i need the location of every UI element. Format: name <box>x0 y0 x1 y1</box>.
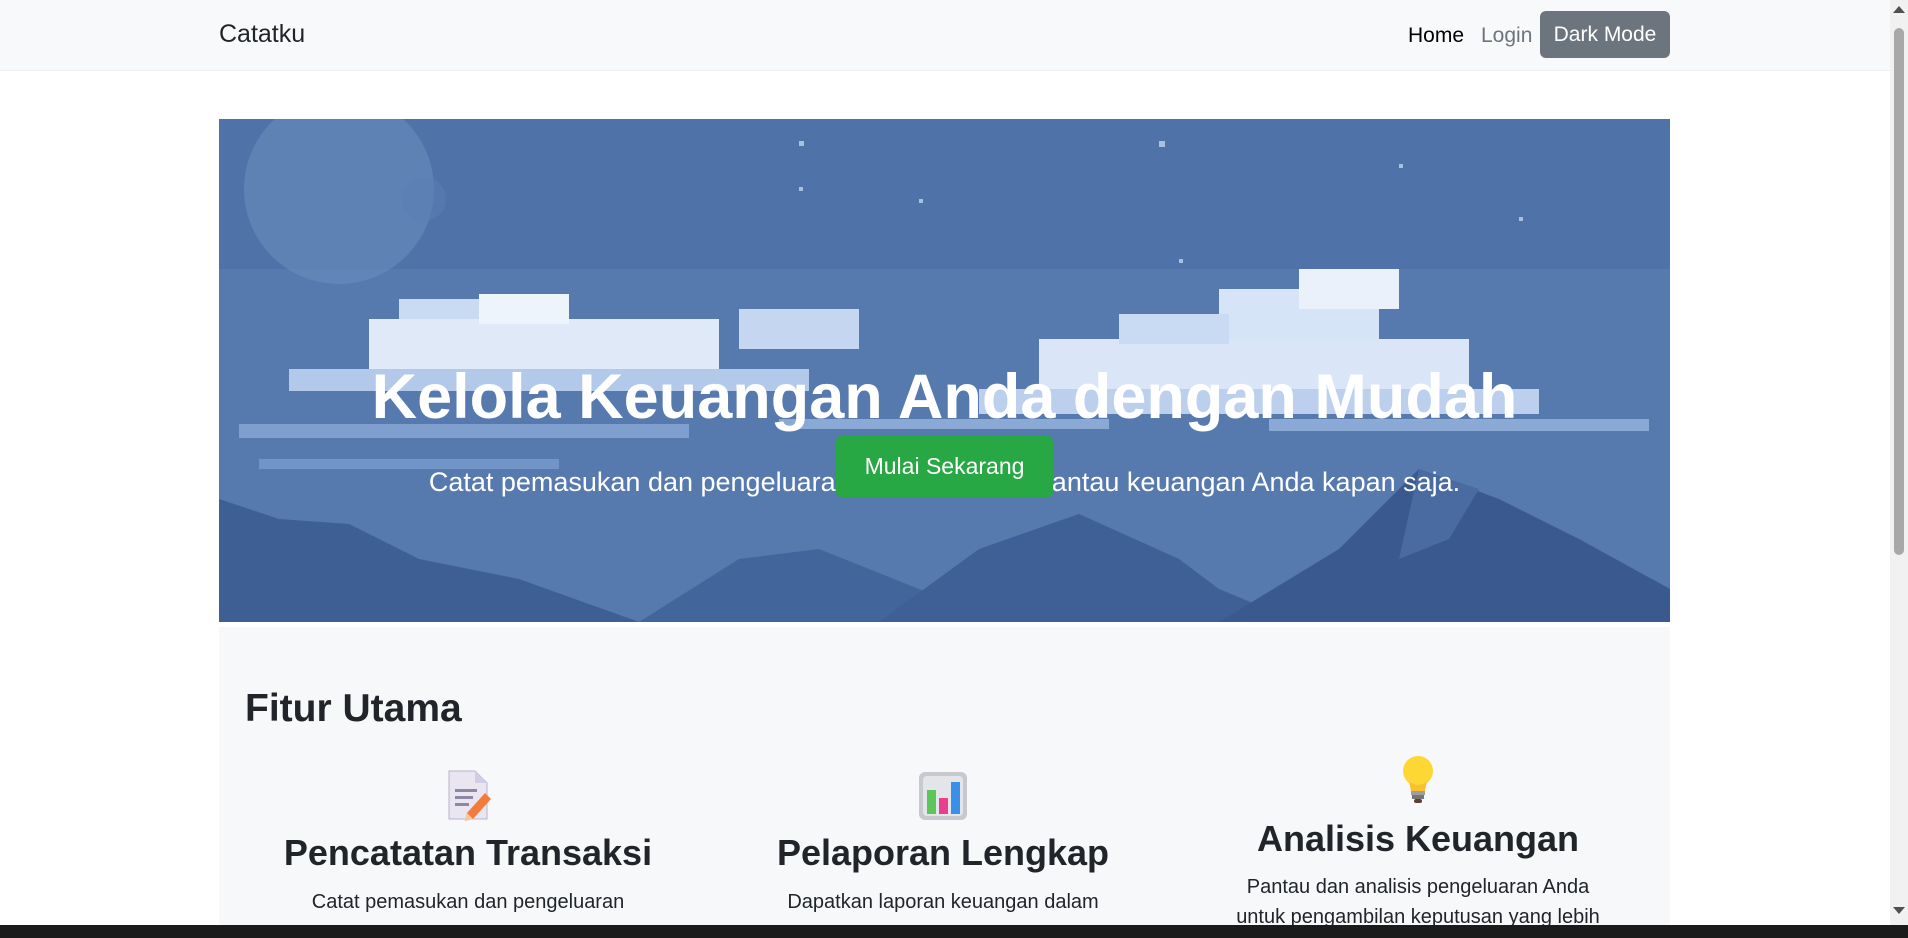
brand-logo[interactable]: Catatku <box>219 20 305 49</box>
scroll-down-arrow-icon[interactable] <box>1893 907 1905 914</box>
hero-banner: Kelola Keuangan Anda dengan Mudah Catat … <box>219 119 1670 622</box>
dark-mode-button[interactable]: Dark Mode <box>1540 11 1670 58</box>
feature-description-line-1: Pantau dan analisis pengeluaran Anda <box>1246 876 1590 898</box>
navbar: Catatku Home Login Dark Mode <box>0 0 1890 71</box>
feature-title: Pencatatan Transaksi <box>283 832 653 873</box>
light-bulb-icon <box>1400 755 1436 810</box>
memo-icon <box>445 769 491 826</box>
features-section: Fitur Utama Pencatatan Transaksi Catat p… <box>219 627 1670 938</box>
nav-home-link[interactable]: Home <box>1408 24 1464 48</box>
os-taskbar <box>0 925 1908 938</box>
feature-description: Dapatkan laporan keuangan dalam <box>787 891 1099 913</box>
features-title: Fitur Utama <box>245 687 462 730</box>
bar-chart-icon <box>917 768 969 827</box>
feature-title: Analisis Keuangan <box>1256 818 1580 859</box>
nav-login-link[interactable]: Login <box>1481 24 1532 48</box>
feature-title: Pelaporan Lengkap <box>776 832 1110 873</box>
scroll-up-arrow-icon[interactable] <box>1893 6 1905 13</box>
hero-title: Kelola Keuangan Anda dengan Mudah <box>371 362 1518 432</box>
scrollbar-thumb[interactable] <box>1894 28 1904 555</box>
vertical-scrollbar[interactable] <box>1890 0 1908 925</box>
start-now-button[interactable]: Mulai Sekarang <box>836 436 1053 497</box>
feature-description: Catat pemasukan dan pengeluaran <box>311 891 625 913</box>
